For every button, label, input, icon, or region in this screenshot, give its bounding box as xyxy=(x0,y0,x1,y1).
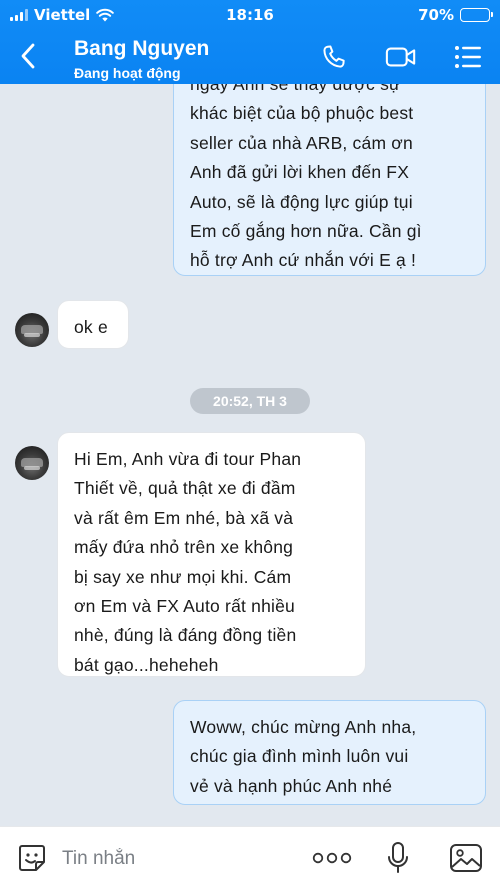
top-bar: Viettel 18:16 70% Bang Nguyen Đang hoạt … xyxy=(0,0,500,84)
message-line: ơn Em và FX Auto rất nhiều xyxy=(74,596,295,617)
outgoing-message[interactable]: Woww, chúc mừng Anh nha, chúc gia đình m… xyxy=(173,700,486,805)
avatar[interactable] xyxy=(15,446,49,480)
call-button[interactable] xyxy=(318,42,350,72)
message-line: chúc gia đình mình luôn vui xyxy=(190,746,409,767)
list-menu-icon xyxy=(455,46,481,68)
message-line: vẻ và hạnh phúc Anh nhé xyxy=(190,775,393,796)
battery-percent: 70% xyxy=(418,6,454,24)
outgoing-message[interactable]: ngày Anh sẽ thấy được sự khác biệt của b… xyxy=(173,84,486,276)
more-options-button[interactable] xyxy=(312,841,352,875)
message-line: khác biệt của bộ phuộc best xyxy=(190,103,414,124)
incoming-message[interactable]: ok e xyxy=(57,300,129,349)
chevron-left-icon xyxy=(21,43,35,69)
message-line: Em cố gắng hơn nữa. Cần gì xyxy=(190,221,422,242)
battery-group: 70% xyxy=(418,6,493,24)
message-line: ok e xyxy=(74,317,108,337)
message-line: seller của nhà ARB, cám ơn xyxy=(190,132,413,153)
contact-status: Đang hoạt động xyxy=(74,65,181,81)
composer-bar xyxy=(0,826,500,890)
avatar[interactable] xyxy=(15,313,49,347)
microphone-icon xyxy=(388,842,408,873)
contact-name[interactable]: Bang Nguyen xyxy=(74,37,209,61)
sticker-face-icon xyxy=(19,845,45,871)
status-bar: Viettel 18:16 70% xyxy=(0,0,500,30)
message-line: Thiết về, quả thật xe đi đầm xyxy=(74,478,296,499)
message-line: hỗ trợ Anh cứ nhắn với E ạ ! xyxy=(190,250,417,271)
message-line: nhè, đúng là đáng đồng tiền xyxy=(74,625,297,646)
message-input[interactable] xyxy=(62,845,282,873)
message-line: Auto, sẽ là động lực giúp tụi xyxy=(190,191,413,212)
video-camera-icon xyxy=(385,47,416,67)
message-line: Woww, chúc mừng Anh nha, xyxy=(190,717,417,737)
message-line: bát gạo...heheheh xyxy=(74,654,219,675)
message-line: Anh đã gửi lời khen đến FX xyxy=(190,162,410,183)
voice-message-button[interactable] xyxy=(383,841,413,875)
message-line: ngày Anh sẽ thấy được sự xyxy=(190,84,401,94)
video-call-button[interactable] xyxy=(385,42,417,72)
message-line: và rất êm Em nhé, bà xã và xyxy=(74,507,294,528)
battery-icon xyxy=(460,8,493,22)
message-line: bị say xe như mọi khi. Cám xyxy=(74,566,292,587)
chat-header: Bang Nguyen Đang hoạt động xyxy=(0,30,500,84)
message-line: Hi Em, Anh vừa đi tour Phan xyxy=(74,449,302,469)
image-icon xyxy=(450,844,482,872)
incoming-message[interactable]: Hi Em, Anh vừa đi tour Phan Thiết về, qu… xyxy=(57,432,366,677)
chat-menu-button[interactable] xyxy=(452,42,484,72)
more-dots-icon xyxy=(312,852,352,864)
back-button[interactable] xyxy=(14,40,42,72)
image-picker-button[interactable] xyxy=(448,841,484,875)
sticker-button[interactable] xyxy=(14,841,50,875)
message-list[interactable]: ngày Anh sẽ thấy được sự khác biệt của b… xyxy=(0,84,500,826)
timestamp-separator: 20:52, TH 3 xyxy=(190,388,310,414)
message-line: mấy đứa nhỏ trên xe không xyxy=(74,537,294,558)
phone-icon xyxy=(323,45,345,68)
